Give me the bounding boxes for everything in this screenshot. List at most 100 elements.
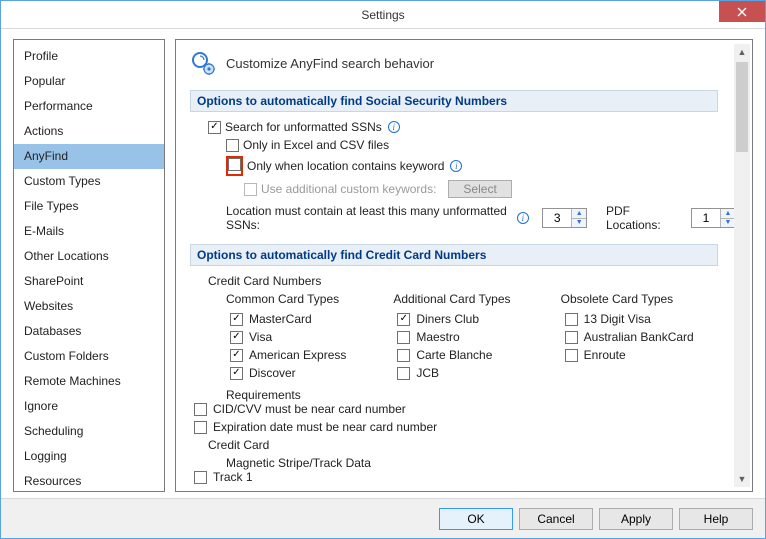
select-keywords-button: Select <box>448 180 511 198</box>
panel-scrollbar[interactable]: ▲ ▼ <box>734 44 750 487</box>
sidebar-item-websites[interactable]: Websites <box>14 294 164 319</box>
common-types-col: Common Card Types MasterCard Visa Americ… <box>226 292 383 384</box>
track1-label: Track 1 <box>213 470 253 484</box>
carte-blanche-checkbox[interactable] <box>397 349 410 362</box>
sidebar-item-sharepoint[interactable]: SharePoint <box>14 269 164 294</box>
search-unformatted-label: Search for unformatted SSNs <box>225 120 382 134</box>
additional-types-title: Additional Card Types <box>393 292 550 306</box>
only-keyword-label: Only when location contains keyword <box>247 159 444 173</box>
sidebar-item-ignore[interactable]: Ignore <box>14 394 164 419</box>
visa-checkbox[interactable] <box>230 331 243 344</box>
spin-up-icon[interactable]: ▲ <box>572 209 586 218</box>
enroute-label: Enroute <box>584 348 626 362</box>
sidebar-item-emails[interactable]: E-Mails <box>14 219 164 244</box>
info-icon[interactable] <box>450 160 462 172</box>
exp-near-checkbox[interactable] <box>194 421 207 434</box>
sidebar-item-profile[interactable]: Profile <box>14 44 164 69</box>
cc-numbers-group-label: Credit Card Numbers <box>208 274 736 288</box>
spin-up-icon[interactable]: ▲ <box>721 209 735 218</box>
credit-card-group-label: Credit Card <box>208 438 736 452</box>
amex-checkbox[interactable] <box>230 349 243 362</box>
help-button[interactable]: Help <box>679 508 753 530</box>
pdf-locations-label: PDF Locations: <box>606 204 679 232</box>
sidebar-item-popular[interactable]: Popular <box>14 69 164 94</box>
close-button[interactable] <box>719 1 765 22</box>
scroll-up-icon[interactable]: ▲ <box>734 44 750 60</box>
maestro-checkbox[interactable] <box>397 331 410 344</box>
discover-checkbox[interactable] <box>230 367 243 380</box>
min-count-row: Location must contain at least this many… <box>226 204 736 232</box>
mag-stripe-title: Magnetic Stripe/Track Data <box>226 456 736 470</box>
requirements-title: Requirements <box>226 388 736 402</box>
search-unformatted-row: Search for unformatted SSNs <box>208 120 736 134</box>
cc-section-title: Options to automatically find Credit Car… <box>190 244 718 266</box>
highlight-marker <box>226 156 243 176</box>
sidebar-item-performance[interactable]: Performance <box>14 94 164 119</box>
jcb-label: JCB <box>416 366 439 380</box>
only-excel-row: Only in Excel and CSV files <box>226 138 736 152</box>
sidebar-item-custom-types[interactable]: Custom Types <box>14 169 164 194</box>
cid-near-label: CID/CVV must be near card number <box>213 402 406 416</box>
diners-checkbox[interactable] <box>397 313 410 326</box>
min-count-spinner[interactable]: ▲▼ <box>542 208 587 228</box>
dialog-footer: OK Cancel Apply Help <box>1 498 765 538</box>
sidebar-item-anyfind[interactable]: AnyFind <box>14 144 164 169</box>
scroll-down-icon[interactable]: ▼ <box>734 471 750 487</box>
gear-search-icon <box>190 50 216 76</box>
search-unformatted-checkbox[interactable] <box>208 121 221 134</box>
spin-down-icon[interactable]: ▼ <box>572 218 586 228</box>
pdf-locations-spinner[interactable]: ▲▼ <box>691 208 736 228</box>
common-types-title: Common Card Types <box>226 292 383 306</box>
scroll-thumb[interactable] <box>736 62 748 152</box>
info-icon[interactable] <box>517 212 529 224</box>
discover-label: Discover <box>249 366 296 380</box>
cancel-button[interactable]: Cancel <box>519 508 593 530</box>
pdf-locations-input[interactable] <box>692 209 720 227</box>
sidebar-item-remote-machines[interactable]: Remote Machines <box>14 369 164 394</box>
sidebar-item-resources[interactable]: Resources <box>14 469 164 492</box>
titlebar: Settings <box>1 1 765 29</box>
aus-bankcard-checkbox[interactable] <box>565 331 578 344</box>
apply-button[interactable]: Apply <box>599 508 673 530</box>
mastercard-checkbox[interactable] <box>230 313 243 326</box>
min-count-input[interactable] <box>543 209 571 227</box>
sidebar-item-file-types[interactable]: File Types <box>14 194 164 219</box>
track1-checkbox[interactable] <box>194 471 207 484</box>
visa-label: Visa <box>249 330 272 344</box>
window-title: Settings <box>361 8 404 22</box>
panel-title: Customize AnyFind search behavior <box>226 56 434 71</box>
carte-blanche-label: Carte Blanche <box>416 348 492 362</box>
additional-types-col: Additional Card Types Diners Club Maestr… <box>393 292 550 384</box>
only-excel-label: Only in Excel and CSV files <box>243 138 389 152</box>
ok-button[interactable]: OK <box>439 508 513 530</box>
sidebar-item-custom-folders[interactable]: Custom Folders <box>14 344 164 369</box>
jcb-checkbox[interactable] <box>397 367 410 380</box>
sidebar-item-databases[interactable]: Databases <box>14 319 164 344</box>
info-icon[interactable] <box>388 121 400 133</box>
sidebar-item-scheduling[interactable]: Scheduling <box>14 419 164 444</box>
spin-down-icon[interactable]: ▼ <box>721 218 735 228</box>
only-excel-checkbox[interactable] <box>226 139 239 152</box>
sidebar-item-other-locations[interactable]: Other Locations <box>14 244 164 269</box>
sidebar-item-logging[interactable]: Logging <box>14 444 164 469</box>
diners-label: Diners Club <box>416 312 479 326</box>
enroute-checkbox[interactable] <box>565 349 578 362</box>
content-area: Profile Popular Performance Actions AnyF… <box>1 29 765 498</box>
cc-type-columns: Common Card Types MasterCard Visa Americ… <box>226 292 718 384</box>
category-sidebar: Profile Popular Performance Actions AnyF… <box>13 39 165 492</box>
custom-keywords-row: Use additional custom keywords: Select <box>244 180 736 198</box>
13digit-visa-label: 13 Digit Visa <box>584 312 651 326</box>
sidebar-item-actions[interactable]: Actions <box>14 119 164 144</box>
only-keyword-row: Only when location contains keyword <box>226 156 736 176</box>
aus-bankcard-label: Australian BankCard <box>584 330 694 344</box>
cid-near-checkbox[interactable] <box>194 403 207 416</box>
13digit-visa-checkbox[interactable] <box>565 313 578 326</box>
custom-keywords-checkbox[interactable] <box>244 183 257 196</box>
mastercard-label: MasterCard <box>249 312 312 326</box>
exp-near-label: Expiration date must be near card number <box>213 420 437 434</box>
only-keyword-checkbox[interactable] <box>228 158 241 171</box>
panel-header: Customize AnyFind search behavior <box>190 50 736 76</box>
amex-label: American Express <box>249 348 346 362</box>
obsolete-types-title: Obsolete Card Types <box>561 292 718 306</box>
settings-panel: ▲ ▼ Customize AnyFind search behavior Op… <box>175 39 753 492</box>
